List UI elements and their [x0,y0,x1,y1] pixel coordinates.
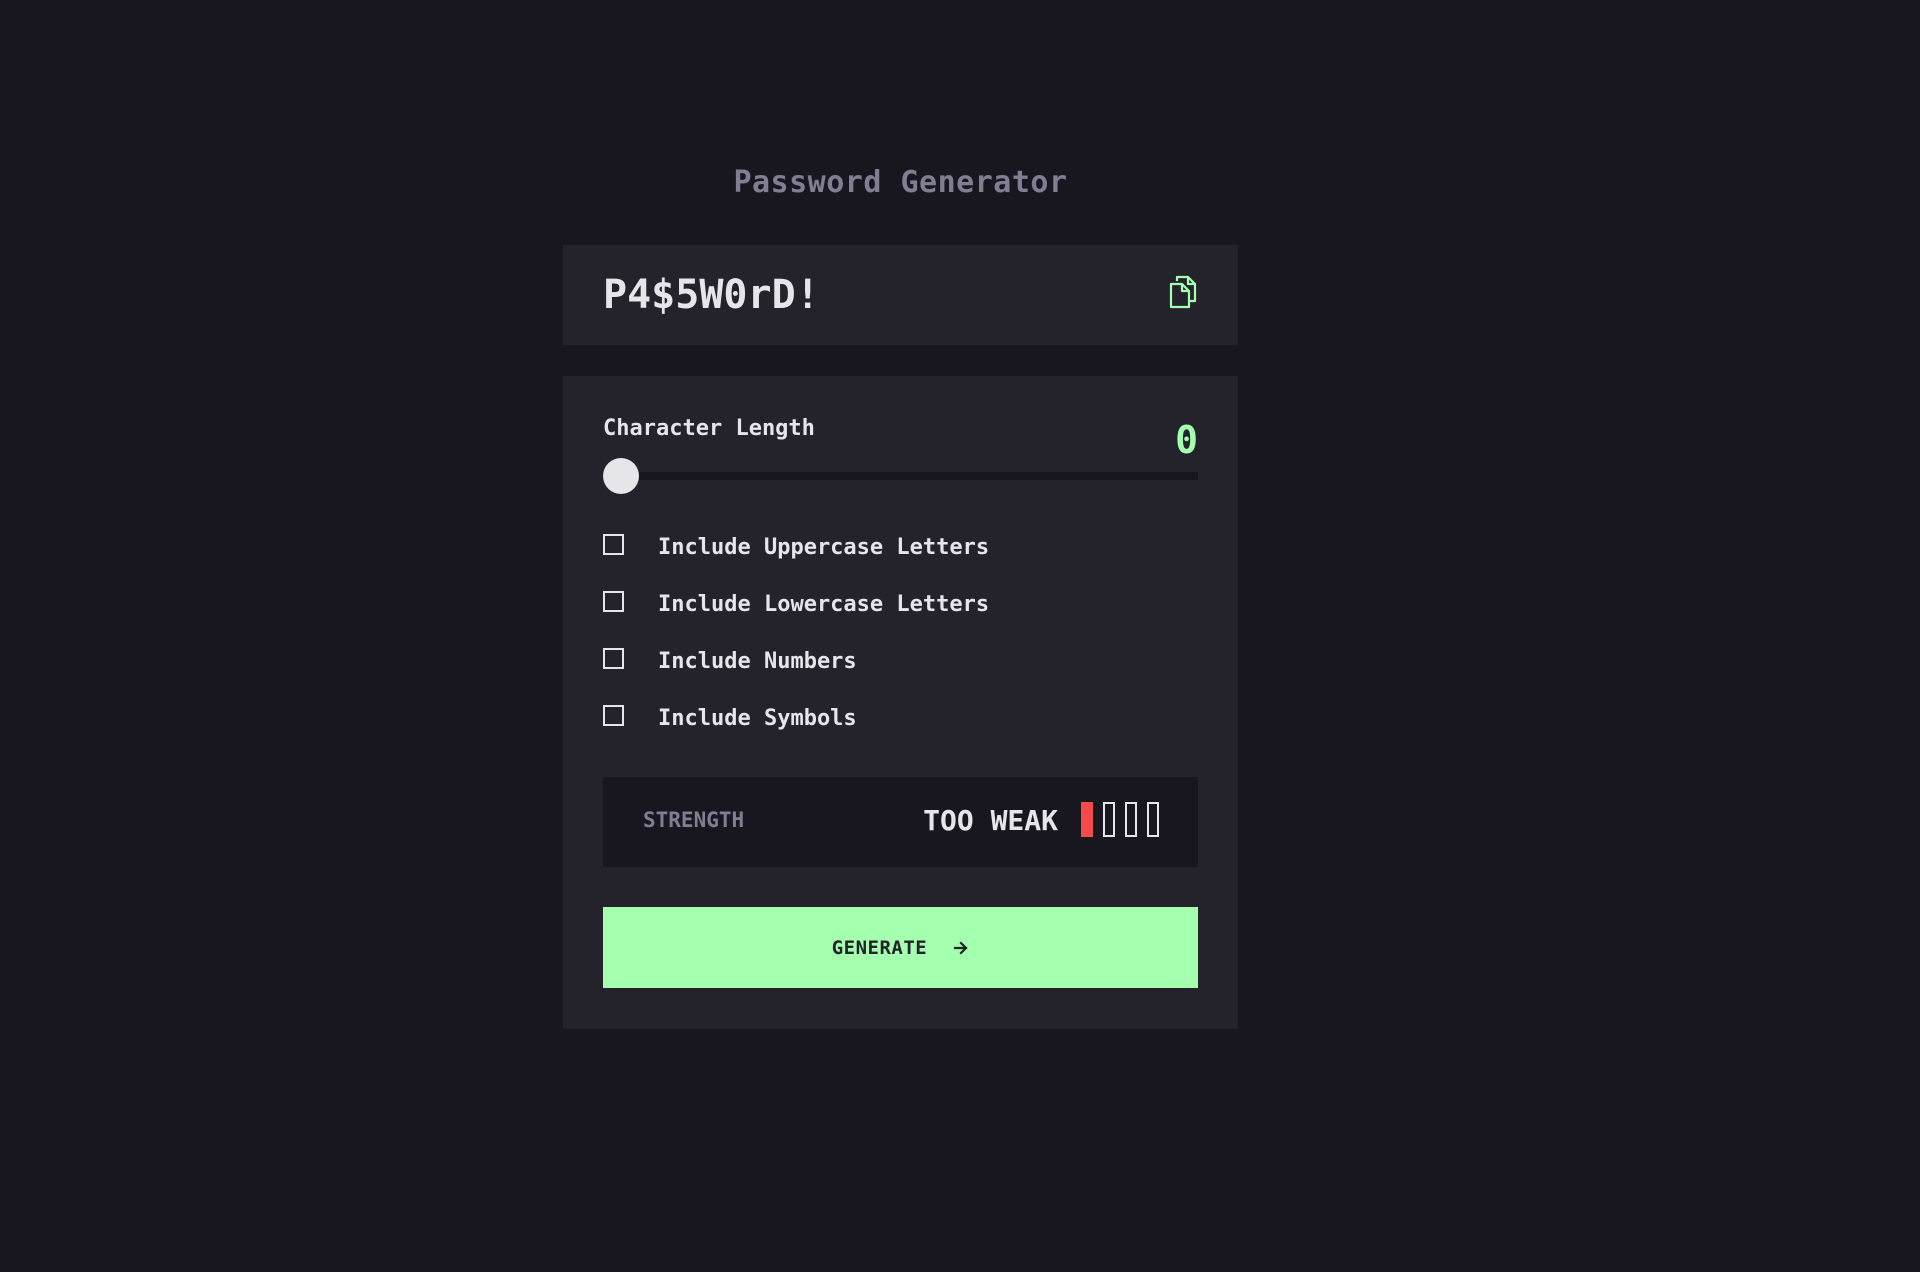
character-length-slider[interactable] [603,458,1198,494]
strength-label: STRENGTH [643,808,745,832]
option-label: Include Numbers [658,649,857,674]
numbers-checkbox[interactable] [603,648,624,669]
settings-panel: Character Length 0 Include Uppercase Let… [563,376,1238,1029]
option-symbols[interactable]: Include Symbols [603,705,1198,762]
character-length-label: Character Length [603,416,815,441]
copy-button[interactable] [1168,275,1198,309]
strength-level-text: TOO WEAK [923,804,1058,837]
option-label: Include Uppercase Letters [658,535,990,560]
symbols-checkbox[interactable] [603,705,624,726]
strength-bars [1081,802,1159,837]
option-label: Include Lowercase Letters [658,592,990,617]
arrow-right-icon [954,940,968,955]
strength-bar [1081,802,1093,837]
uppercase-checkbox[interactable] [603,534,624,555]
strength-bar [1147,802,1159,837]
option-uppercase[interactable]: Include Uppercase Letters [603,534,1198,591]
password-output: P4$5W0rD! [563,245,1238,345]
strength-meter: STRENGTH TOO WEAK [603,777,1198,867]
generate-label: GENERATE [831,936,928,959]
option-numbers[interactable]: Include Numbers [603,648,1198,705]
strength-bar [1125,802,1137,837]
app-title: Password Generator [733,165,1068,200]
slider-thumb[interactable] [603,458,639,494]
option-label: Include Symbols [658,706,857,731]
option-lowercase[interactable]: Include Lowercase Letters [603,591,1198,648]
copy-icon [1169,275,1197,309]
generate-button[interactable]: GENERATE [603,907,1198,988]
options-list: Include Uppercase Letters Include Lowerc… [603,534,1198,762]
character-length-value: 0 [1175,418,1198,462]
strength-bar [1103,802,1115,837]
generated-password: P4$5W0rD! [603,272,820,318]
lowercase-checkbox[interactable] [603,591,624,612]
